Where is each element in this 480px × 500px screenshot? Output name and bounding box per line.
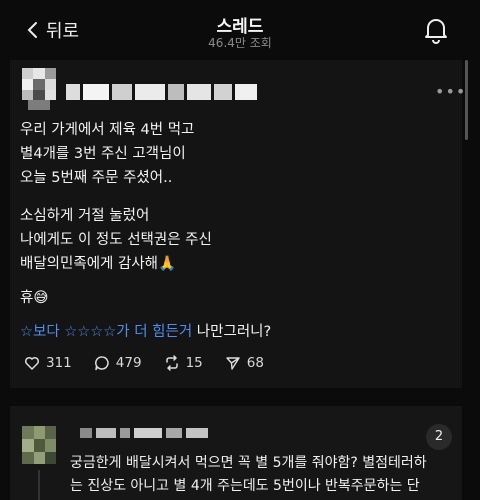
more-options-icon[interactable]: ••• <box>435 82 466 101</box>
post-tags: ☆보다 ☆☆☆☆가 더 힘든거 나만그러니? <box>20 320 271 341</box>
post-text-paragraph-1: 우리 가게에서 제육 4번 먹고 별4개를 3번 주신 고객님이 오늘 5번째 … <box>20 118 194 190</box>
top-bar: 뒤로 스레드 46.4만 조회 <box>0 0 480 58</box>
repost-icon <box>165 355 178 371</box>
view-count: 46.4만 조회 <box>208 36 272 50</box>
share-button[interactable]: 68 <box>225 355 264 371</box>
username-redacted[interactable] <box>66 84 257 100</box>
post-line: 우리 가게에서 제육 4번 먹고 <box>20 122 195 138</box>
post-text-paragraph-3: 휴😅 <box>20 290 49 306</box>
comment-icon <box>94 356 109 371</box>
reply-line: 는 진상도 아니고 별 4개 주는데도 5번이나 반복주문하는 단 <box>70 478 420 494</box>
share-count: 68 <box>246 355 264 371</box>
notification-button[interactable] <box>424 16 448 44</box>
like-button[interactable]: 311 <box>24 355 72 371</box>
post-line: 별4개를 3번 주신 고객님이 <box>20 146 186 162</box>
send-icon <box>226 357 240 370</box>
repost-button[interactable]: 15 <box>164 355 203 371</box>
post-line: 소심하게 거절 눌렀어 <box>20 208 150 224</box>
post-text-paragraph-2: 소심하게 거절 눌렀어 나에게도 이 정도 선택권은 주신 배달의민족에게 감사… <box>20 204 212 276</box>
reply-count-badge[interactable]: 2 <box>426 424 452 450</box>
like-count: 311 <box>46 355 72 371</box>
comment-button[interactable]: 479 <box>94 355 142 371</box>
avatar[interactable] <box>22 68 56 110</box>
post-line: 배달의민족에게 감사해🙏 <box>20 256 177 272</box>
reply-line: 궁금한게 배달시켜서 먹으면 꼭 별 5개를 줘야함? 별점테러하 <box>70 455 427 471</box>
post-line: 나에게도 이 정도 선택권은 주신 <box>20 232 212 248</box>
bell-icon <box>425 19 447 44</box>
reply-text: 궁금한게 배달시켜서 먹으면 꼭 별 5개를 줘야함? 별점테러하 는 진상도 … <box>70 452 470 498</box>
comment-count: 479 <box>115 355 142 371</box>
post-tail-text: 나만그러니? <box>192 324 272 340</box>
thread-connector-line <box>38 470 40 500</box>
post-line: 오늘 5번째 주문 주셨어.. <box>20 170 173 186</box>
post-actions: 311 479 15 68 <box>24 355 264 371</box>
hashtag-link[interactable]: ☆보다 ☆☆☆☆가 더 힘든거 <box>20 324 192 340</box>
reply-avatar[interactable] <box>22 426 56 464</box>
heart-icon <box>24 356 40 370</box>
reply-username-redacted[interactable] <box>80 428 208 438</box>
repost-count: 15 <box>185 355 203 371</box>
